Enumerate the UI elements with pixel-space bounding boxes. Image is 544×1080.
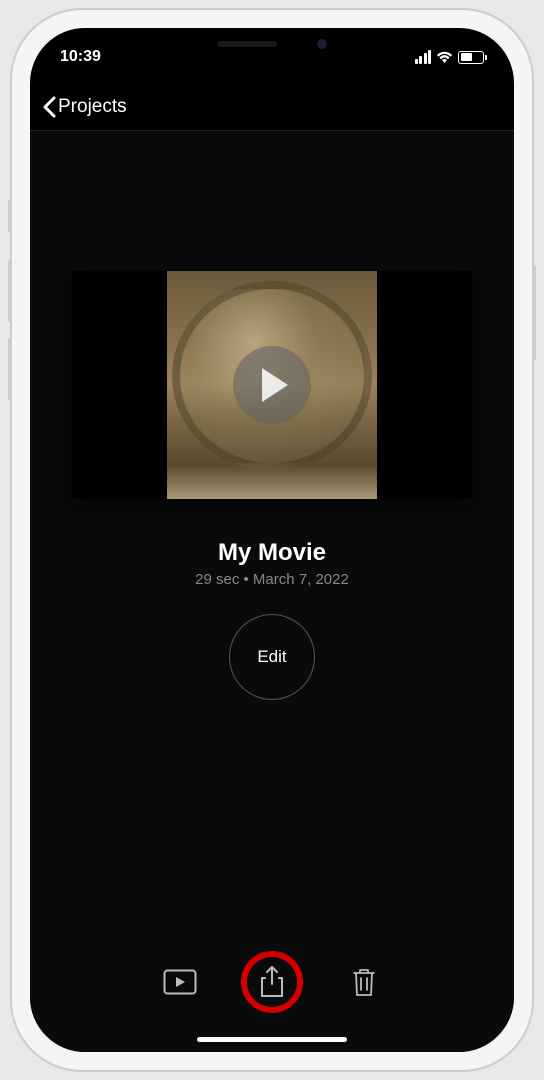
back-button[interactable]: Projects	[42, 96, 127, 118]
share-icon	[259, 965, 285, 999]
play-rect-icon	[163, 969, 197, 995]
cellular-signal-icon	[415, 50, 432, 64]
status-indicators	[415, 50, 485, 64]
movie-meta: 29 sec • March 7, 2022	[195, 571, 349, 588]
play-fullscreen-button[interactable]	[158, 960, 202, 1004]
content-area: My Movie 29 sec • March 7, 2022 Edit	[30, 131, 514, 1052]
edit-button[interactable]: Edit	[229, 614, 315, 700]
bottom-toolbar	[30, 960, 514, 1004]
battery-icon	[458, 51, 484, 64]
phone-power-button	[532, 265, 536, 360]
nav-bar: Projects	[30, 83, 514, 131]
delete-button[interactable]	[342, 960, 386, 1004]
phone-frame: 10:39 Proje	[12, 10, 532, 1070]
share-button[interactable]	[250, 960, 294, 1004]
trash-icon	[351, 966, 377, 998]
notch	[162, 28, 382, 60]
play-button[interactable]	[233, 346, 311, 424]
screen: 10:39 Proje	[30, 28, 514, 1052]
edit-label: Edit	[257, 647, 286, 667]
chevron-left-icon	[42, 96, 56, 118]
phone-side-buttons	[8, 200, 12, 416]
home-indicator[interactable]	[197, 1037, 347, 1042]
play-icon	[262, 368, 288, 402]
wifi-icon	[436, 51, 453, 64]
video-preview[interactable]	[72, 271, 472, 499]
back-label: Projects	[58, 96, 127, 118]
status-time: 10:39	[60, 48, 101, 66]
movie-title: My Movie	[218, 539, 326, 567]
